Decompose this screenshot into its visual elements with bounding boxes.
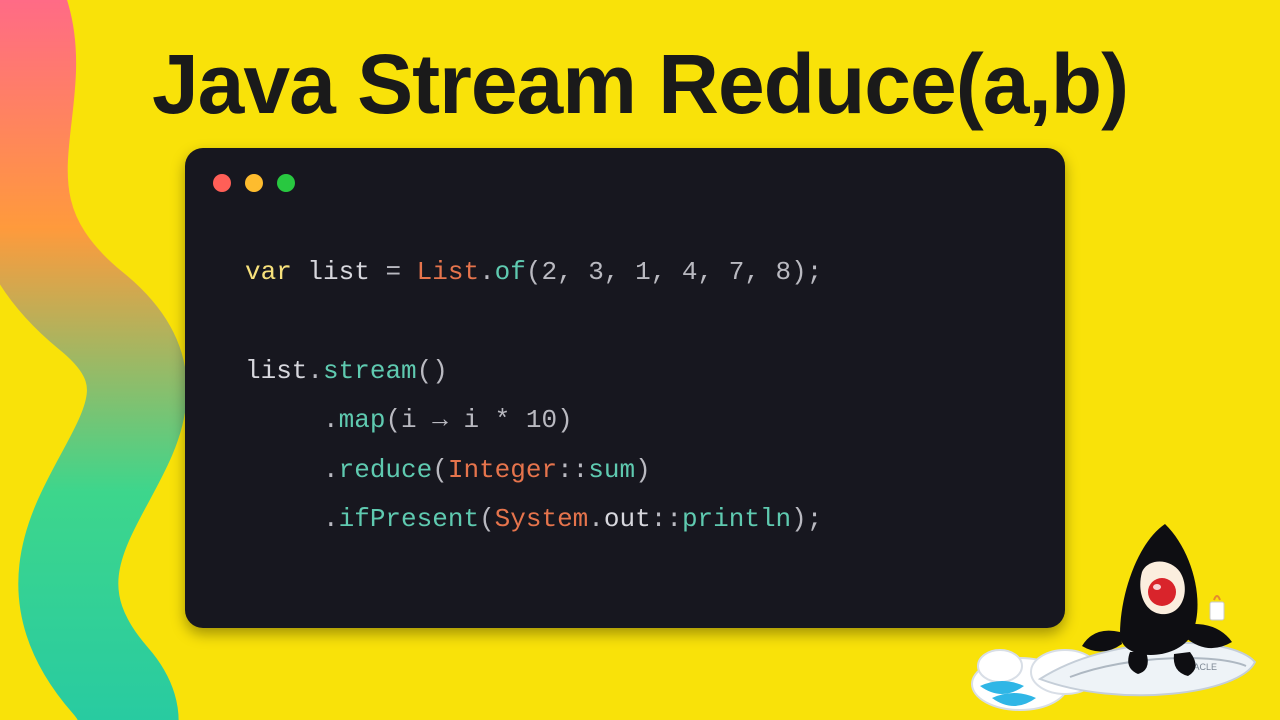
minimize-icon xyxy=(245,174,263,192)
svg-text:ORACLE: ORACLE xyxy=(1180,662,1217,672)
code-block: var list = List.of(2, 3, 1, 4, 7, 8); li… xyxy=(245,248,822,544)
identifier-list: list xyxy=(292,257,386,287)
parens-stream: () xyxy=(417,356,448,386)
close-icon xyxy=(213,174,231,192)
indent4 xyxy=(245,455,323,485)
indent3 xyxy=(245,405,323,435)
zoom-icon xyxy=(277,174,295,192)
dot5b: . xyxy=(588,504,604,534)
paren-open4: ( xyxy=(432,455,448,485)
dot4: . xyxy=(323,455,339,485)
sep5: :: xyxy=(651,504,682,534)
method-println: println xyxy=(682,504,791,534)
dot3: . xyxy=(323,405,339,435)
dot2: . xyxy=(307,356,323,386)
method-of: of xyxy=(495,257,526,287)
method-reduce: reduce xyxy=(339,455,433,485)
method-stream: stream xyxy=(323,356,417,386)
class-integer: Integer xyxy=(448,455,557,485)
method-sum: sum xyxy=(588,455,635,485)
slide-title: Java Stream Reduce(a,b) xyxy=(0,36,1280,133)
dot: . xyxy=(479,257,495,287)
dot5: . xyxy=(323,504,339,534)
paren-close4: ) xyxy=(635,455,651,485)
identifier-list2: list xyxy=(245,356,307,386)
method-map: map xyxy=(339,405,386,435)
operator-equals: = xyxy=(385,257,401,287)
code-window: var list = List.of(2, 3, 1, 4, 7, 8); li… xyxy=(185,148,1065,628)
field-out: out xyxy=(604,504,651,534)
args-map: (i → i * 10) xyxy=(385,405,572,435)
window-traffic-lights xyxy=(213,174,295,192)
sep4: :: xyxy=(557,455,588,485)
args-of: (2, 3, 1, 4, 7, 8); xyxy=(526,257,822,287)
method-ifpresent: ifPresent xyxy=(339,504,479,534)
class-list: List xyxy=(401,257,479,287)
paren-close5: ); xyxy=(791,504,822,534)
keyword-var: var xyxy=(245,257,292,287)
class-system: System xyxy=(495,504,589,534)
slide-background: Java Stream Reduce(a,b) var list = List.… xyxy=(0,0,1280,720)
indent5 xyxy=(245,504,323,534)
paren-open5: ( xyxy=(479,504,495,534)
